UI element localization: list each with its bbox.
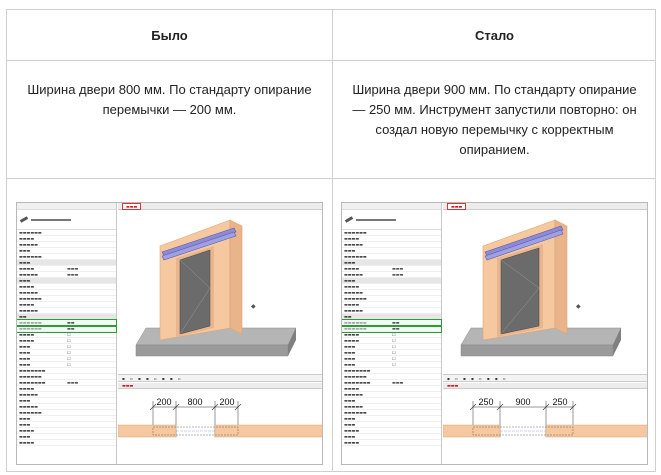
properties-panel: ▬▬▬▬▬▬ ▬▬▬▬ ▬▬▬▬▬ ▬▬▬ ▬▬▬▬▬▬ ▬▬▬ ▬▬▬▬ ▬▬▬… [342,203,442,464]
plan-drawing: 200 800 200 [117,397,322,438]
dim-right-label: 200 [219,397,234,407]
before-description: Ширина двери 800 мм. По стандарту опиран… [27,82,312,117]
row-divider-text [7,178,655,179]
view-toolbar[interactable]: ▪ ▫ ▪ ▪ ▫ ▪ ▪ ▫ [118,374,322,382]
after-description: Ширина двери 900 мм. По стандарту опиран… [352,82,637,157]
lintel-type-icon [19,216,29,223]
comparison-table: Было Стало Ширина двери 800 мм. По станд… [6,9,656,472]
dim-left-label: 200 [156,397,171,407]
lintel-type-icon [344,216,354,223]
3d-view-tab[interactable]: ▬▬▬ [447,203,467,210]
plan-drawing: 250 900 250 [442,397,647,438]
3d-view-tab[interactable]: ▬▬▬ [122,203,142,210]
svg-text:◆: ◆ [251,304,256,310]
3d-door-model: ◆ [135,219,297,357]
header-after: Стало [474,27,514,43]
header-before: Было [151,27,188,43]
dim-left-label: 250 [478,397,493,407]
after-screenshot: ▬▬▬▬▬▬ ▬▬▬▬ ▬▬▬▬▬ ▬▬▬ ▬▬▬▬▬▬ ▬▬▬ ▬▬▬▬ ▬▬▬… [341,202,648,465]
3d-view[interactable]: ▬▬▬ ◆ [118,203,322,374]
plan-view[interactable]: ▬▬▬ 250 900 250 [442,383,647,464]
svg-text:◆: ◆ [576,304,581,310]
properties-panel: ▬▬▬▬▬▬ ▬▬▬▬ ▬▬▬▬▬ ▬▬▬ ▬▬▬▬▬▬ ▬▬▬ ▬▬▬▬ ▬▬▬… [17,203,117,464]
dim-right-label: 250 [552,397,567,407]
plan-view[interactable]: ▬▬▬ 200 800 200 [117,383,322,464]
dim-middle-label: 800 [187,397,202,407]
3d-door-model: ◆ [460,219,622,357]
before-screenshot: ▬▬▬▬▬▬ ▬▬▬▬ ▬▬▬▬▬ ▬▬▬ ▬▬▬▬▬▬ ▬▬▬ ▬▬▬▬ ▬▬▬… [16,202,323,465]
3d-view[interactable]: ▬▬▬ ◆ [443,203,647,374]
dim-middle-label: 900 [515,397,530,407]
view-toolbar[interactable]: ▪ ▫ ▪ ▪ ▫ ▪ ▪ ▫ [443,374,647,382]
